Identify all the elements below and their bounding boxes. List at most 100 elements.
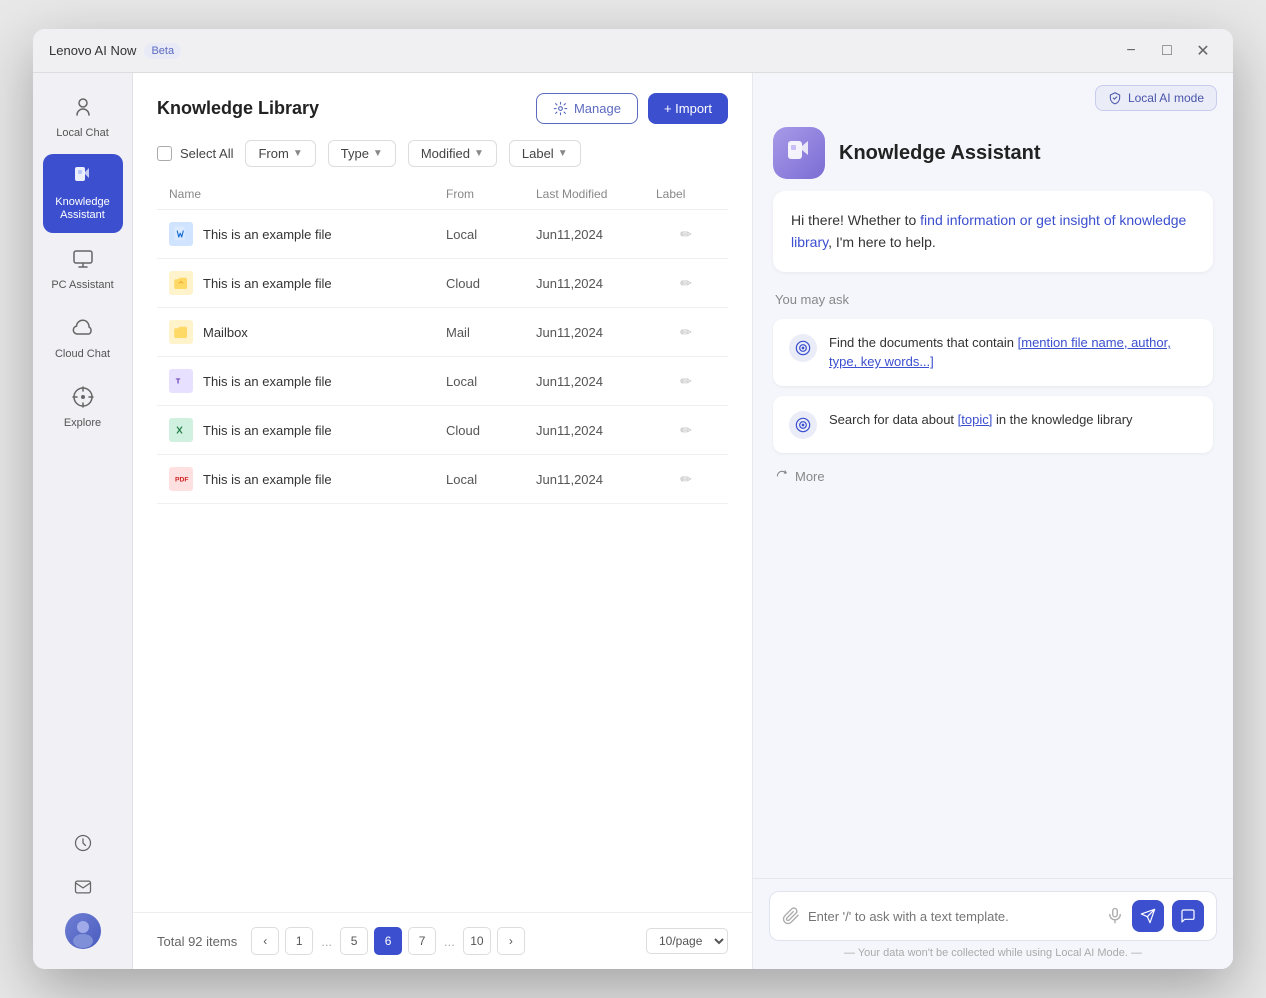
assistant-topbar: Local AI mode	[753, 73, 1233, 111]
page-btn-6[interactable]: 6	[374, 927, 402, 955]
file-label-cell: ✏	[656, 324, 716, 341]
user-avatar[interactable]	[65, 913, 101, 949]
mail-icon-btn[interactable]	[65, 869, 101, 905]
greeting-text-end: , I'm here to help.	[828, 234, 936, 250]
page-btn-5[interactable]: 5	[340, 927, 368, 955]
chat-text-input[interactable]	[808, 909, 1098, 924]
col-name-header: Name	[169, 187, 446, 201]
page-ellipsis-2: ...	[442, 934, 457, 949]
file-from: Local	[446, 472, 536, 487]
sidebar-item-local-chat[interactable]: Local Chat	[43, 85, 123, 150]
page-btn-10[interactable]: 10	[463, 927, 491, 955]
page-ellipsis-1: ...	[319, 934, 334, 949]
history-icon-btn[interactable]	[65, 825, 101, 861]
select-all-label[interactable]: Select All	[180, 146, 233, 161]
filter-bar: Select All From ▼ Type ▼ Modified ▼ Labe…	[133, 140, 752, 179]
filter-from-button[interactable]: From ▼	[245, 140, 315, 167]
table-row[interactable]: This is an example file Local Jun11,2024…	[157, 210, 728, 259]
excel-file-icon	[169, 418, 193, 442]
file-name: This is an example file	[203, 423, 332, 438]
table-row[interactable]: This is an example file Cloud Jun11,2024…	[157, 259, 728, 308]
file-name-cell: This is an example file	[169, 271, 446, 295]
assistant-panel: Local AI mode Knowledge Assistant Hi the…	[753, 73, 1233, 969]
close-button[interactable]: ✕	[1189, 37, 1217, 65]
file-from: Cloud	[446, 276, 536, 291]
chat-input-row	[769, 891, 1217, 941]
file-label-cell: ✏	[656, 226, 716, 243]
titlebar: Lenovo AI Now Beta − □ ✕	[33, 29, 1233, 73]
privacy-note: — Your data won't be collected while usi…	[769, 941, 1217, 961]
shield-icon	[1108, 91, 1122, 105]
suggestion-link-2[interactable]: [topic]	[958, 412, 993, 427]
refresh-icon	[775, 469, 789, 483]
attach-button[interactable]	[782, 907, 800, 925]
next-page-button[interactable]: ›	[497, 927, 525, 955]
import-button[interactable]: + Import	[648, 93, 728, 124]
sidebar-item-pc-assistant[interactable]: PC Assistant	[43, 237, 123, 302]
edit-icon[interactable]: ✏	[680, 422, 692, 439]
file-modified: Jun11,2024	[536, 472, 656, 487]
file-name: This is an example file	[203, 374, 332, 389]
teams-file-icon: T	[169, 369, 193, 393]
modified-chevron-icon: ▼	[474, 148, 484, 159]
knowledge-assistant-icon	[71, 164, 95, 192]
page-size-select[interactable]: 10/page 20/page 50/page	[646, 928, 728, 954]
manage-button[interactable]: Manage	[536, 93, 638, 124]
microphone-button[interactable]	[1106, 907, 1124, 925]
sidebar-item-knowledge-assistant[interactable]: KnowledgeAssistant	[43, 154, 123, 232]
app-name-label: Lenovo AI Now	[49, 43, 136, 58]
filter-modified-button[interactable]: Modified ▼	[408, 140, 497, 167]
pc-assistant-icon	[71, 247, 95, 275]
file-table: Name From Last Modified Label	[133, 179, 752, 912]
suggestion-icon-1	[789, 334, 817, 362]
edit-icon[interactable]: ✏	[680, 324, 692, 341]
suggestion-card-2[interactable]: Search for data about [topic] in the kno…	[773, 396, 1213, 453]
window-controls: − □ ✕	[1117, 37, 1217, 65]
file-name-cell: This is an example file	[169, 222, 446, 246]
chat-bubble-icon	[1180, 908, 1196, 924]
file-modified: Jun11,2024	[536, 374, 656, 389]
assistant-header: Knowledge Assistant	[753, 111, 1233, 191]
sidebar-item-cloud-chat[interactable]: Cloud Chat	[43, 306, 123, 371]
file-name: This is an example file	[203, 472, 332, 487]
beta-badge: Beta	[144, 43, 181, 59]
suggestion-card-1[interactable]: Find the documents that contain [mention…	[773, 319, 1213, 386]
svg-text:T: T	[176, 376, 181, 385]
prev-page-button[interactable]: ‹	[251, 927, 279, 955]
edit-icon[interactable]: ✏	[680, 275, 692, 292]
page-btn-7[interactable]: 7	[408, 927, 436, 955]
table-header: Name From Last Modified Label	[157, 179, 728, 210]
manage-icon	[553, 101, 568, 116]
file-from: Mail	[446, 325, 536, 340]
page-btn-1[interactable]: 1	[285, 927, 313, 955]
word-file-icon	[169, 222, 193, 246]
file-from: Local	[446, 374, 536, 389]
microphone-icon	[1106, 907, 1124, 925]
edit-icon[interactable]: ✏	[680, 226, 692, 243]
sidebar-item-label-pc: PC Assistant	[51, 279, 113, 292]
sidebar: Local Chat KnowledgeAssistant	[33, 73, 133, 969]
send-button[interactable]	[1132, 900, 1164, 932]
edit-icon[interactable]: ✏	[680, 471, 692, 488]
minimize-button[interactable]: −	[1117, 37, 1145, 65]
edit-icon[interactable]: ✏	[680, 373, 692, 390]
more-suggestions-button[interactable]: More	[773, 463, 1213, 490]
filter-label-button[interactable]: Label ▼	[509, 140, 581, 167]
local-ai-mode-badge[interactable]: Local AI mode	[1095, 85, 1217, 111]
filter-type-button[interactable]: Type ▼	[328, 140, 396, 167]
col-label-header: Label	[656, 187, 716, 201]
sidebar-item-explore[interactable]: Explore	[43, 375, 123, 440]
type-chevron-icon: ▼	[373, 148, 383, 159]
select-all-checkbox[interactable]	[157, 146, 172, 161]
library-header: Knowledge Library Manage + Import	[133, 73, 752, 140]
table-row[interactable]: PDF This is an example file Local Jun11,…	[157, 455, 728, 504]
table-row[interactable]: Mailbox Mail Jun11,2024 ✏	[157, 308, 728, 357]
file-modified: Jun11,2024	[536, 227, 656, 242]
maximize-button[interactable]: □	[1153, 37, 1181, 65]
table-row[interactable]: T This is an example file Local Jun11,20…	[157, 357, 728, 406]
paperclip-icon	[782, 907, 800, 925]
table-row[interactable]: This is an example file Cloud Jun11,2024…	[157, 406, 728, 455]
extra-action-button[interactable]	[1172, 900, 1204, 932]
suggestion-link-1[interactable]: [mention file name, author, type, key wo…	[829, 335, 1171, 370]
suggestion-text-2: Search for data about [topic] in the kno…	[829, 410, 1133, 430]
